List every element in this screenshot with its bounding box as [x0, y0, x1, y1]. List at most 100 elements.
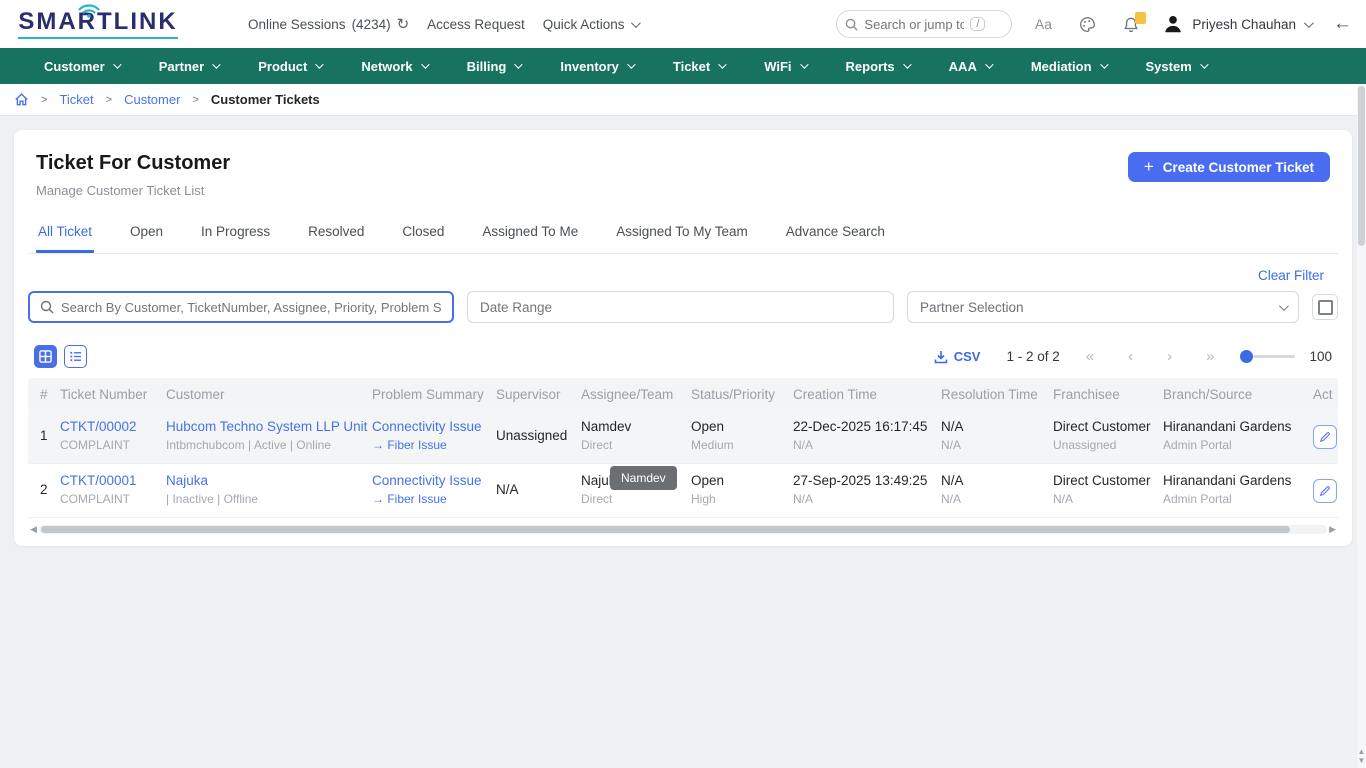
customer-status: | Inactive | Offline	[166, 492, 364, 508]
back-arrow-icon[interactable]: ←	[1333, 13, 1352, 35]
nav-mediation[interactable]: Mediation	[1031, 59, 1106, 74]
nav-ticket[interactable]: Ticket	[673, 59, 724, 74]
problem-summary-link[interactable]: Connectivity Issue	[372, 419, 488, 436]
access-request-link[interactable]: Access Request	[427, 17, 525, 32]
notifications-bell-icon[interactable]	[1118, 11, 1144, 37]
online-sessions-label: Online Sessions	[248, 17, 346, 32]
tab-resolved[interactable]: Resolved	[306, 218, 366, 253]
nav-label: Reports	[846, 59, 895, 74]
quick-actions-menu[interactable]: Quick Actions	[543, 17, 638, 32]
chevron-down-icon	[515, 60, 523, 68]
customer-status: Intbmchubcom | Active | Online	[166, 438, 364, 454]
online-sessions[interactable]: Online Sessions (4234) ↻	[248, 15, 409, 33]
ticket-number-link[interactable]: CTKT/00002	[60, 419, 158, 436]
tab-all-ticket[interactable]: All Ticket	[36, 218, 94, 253]
scroll-right-arrow[interactable]: ▶	[1329, 525, 1336, 534]
list-view-toggle[interactable]	[64, 345, 87, 368]
chevron-down-icon	[1279, 301, 1289, 311]
customer-link[interactable]: Najuka	[166, 473, 364, 490]
nav-inventory[interactable]: Inventory	[560, 59, 633, 74]
scrollbar-thumb[interactable]	[41, 526, 1291, 533]
tab-closed[interactable]: Closed	[400, 218, 446, 253]
table-row[interactable]: 2 CTKT/00001 COMPLAINT Najuka | Inactive…	[28, 464, 1338, 518]
ticket-search-input[interactable]	[61, 300, 442, 315]
partner-selection-dropdown[interactable]: Partner Selection	[907, 291, 1299, 323]
assignee-tooltip: Namdev	[610, 466, 677, 490]
assignee-team: Direct	[581, 492, 683, 508]
horizontal-scrollbar[interactable]: ◀ ▶	[30, 524, 1336, 534]
partner-filter-checkbox[interactable]	[1312, 294, 1338, 320]
slider-handle[interactable]	[1240, 350, 1253, 363]
refresh-icon[interactable]: ↻	[397, 15, 410, 33]
last-page-button[interactable]: »	[1206, 348, 1214, 365]
resolution-time: N/A	[941, 419, 1045, 436]
nav-network[interactable]: Network	[361, 59, 426, 74]
table-header-row: # Ticket Number Customer Problem Summary…	[28, 378, 1338, 410]
chevron-down-icon	[212, 60, 220, 68]
smartlink-logo[interactable]: SMARTLINK	[14, 10, 182, 39]
date-range-input[interactable]	[467, 291, 894, 323]
breadcrumb-ticket[interactable]: Ticket	[59, 92, 93, 107]
nav-wifi[interactable]: WiFi	[764, 59, 805, 74]
nav-customer[interactable]: Customer	[44, 59, 119, 74]
first-page-button[interactable]: «	[1086, 348, 1094, 365]
scrollbar-thumb[interactable]	[1358, 86, 1365, 246]
partner-selection-placeholder: Partner Selection	[920, 300, 1024, 315]
next-page-button[interactable]: ›	[1167, 348, 1172, 365]
problem-summary-link[interactable]: Connectivity Issue	[372, 473, 488, 490]
scroll-left-arrow[interactable]: ◀	[30, 525, 37, 534]
csv-export-button[interactable]: CSV	[934, 349, 981, 364]
edit-ticket-button[interactable]	[1313, 479, 1337, 503]
tab-assigned-to-me[interactable]: Assigned To Me	[480, 218, 580, 253]
nav-aaa[interactable]: AAA	[949, 59, 991, 74]
page-size-slider[interactable]: 100	[1240, 349, 1332, 364]
nav-billing[interactable]: Billing	[467, 59, 521, 74]
wifi-icon	[76, 2, 102, 21]
tab-advance-search[interactable]: Advance Search	[784, 218, 887, 253]
breadcrumb-customer[interactable]: Customer	[124, 92, 180, 107]
problem-sub-issue: → Fiber Issue	[372, 492, 488, 508]
tab-in-progress[interactable]: In Progress	[199, 218, 272, 253]
scrollbar-track[interactable]	[39, 525, 1327, 534]
vertical-scrollbar[interactable]: ▲▼	[1357, 84, 1366, 768]
supervisor-value: N/A	[496, 482, 573, 499]
create-customer-ticket-button[interactable]: + Create Customer Ticket	[1128, 152, 1330, 182]
quick-actions-label: Quick Actions	[543, 17, 625, 32]
font-size-toggle[interactable]: Aa	[1030, 11, 1056, 37]
global-search[interactable]: /	[836, 10, 1012, 38]
nav-reports[interactable]: Reports	[846, 59, 909, 74]
prev-page-button[interactable]: ‹	[1128, 348, 1133, 365]
nav-product[interactable]: Product	[258, 59, 321, 74]
home-icon[interactable]	[14, 92, 29, 107]
nav-system[interactable]: System	[1146, 59, 1206, 74]
global-search-input[interactable]	[864, 17, 964, 32]
grid-view-toggle[interactable]	[34, 345, 57, 368]
edit-ticket-button[interactable]	[1313, 425, 1337, 449]
table-row[interactable]: 1 CTKT/00002 COMPLAINT Hubcom Techno Sys…	[28, 410, 1338, 464]
ticket-number-link[interactable]: CTKT/00001	[60, 473, 158, 490]
list-icon	[69, 350, 82, 363]
search-icon	[40, 300, 54, 314]
scroll-down-arrow[interactable]: ▲▼	[1357, 747, 1366, 766]
nav-partner[interactable]: Partner	[159, 59, 219, 74]
creation-sub: N/A	[793, 492, 933, 508]
clear-filter-link[interactable]: Clear Filter	[1258, 268, 1324, 283]
customer-link[interactable]: Hubcom Techno System LLP Unit	[166, 419, 364, 436]
checkbox-icon	[1318, 300, 1333, 315]
search-icon	[845, 18, 858, 31]
download-icon	[934, 350, 948, 364]
nav-label: Network	[361, 59, 412, 74]
ticket-search-field[interactable]	[28, 291, 454, 323]
chevron-down-icon	[113, 60, 121, 68]
user-menu[interactable]: Priyesh Chauhan	[1162, 13, 1311, 35]
notification-badge	[1135, 12, 1146, 24]
theme-palette-icon[interactable]	[1074, 11, 1100, 37]
tab-assigned-to-my-team[interactable]: Assigned To My Team	[614, 218, 750, 253]
nav-label: Partner	[159, 59, 205, 74]
chevron-down-icon	[903, 60, 911, 68]
tab-open[interactable]: Open	[128, 218, 165, 253]
chevron-down-icon	[630, 18, 640, 28]
chevron-down-icon	[1100, 60, 1108, 68]
page-size-value: 100	[1309, 349, 1332, 364]
col-customer: Customer	[162, 387, 368, 402]
